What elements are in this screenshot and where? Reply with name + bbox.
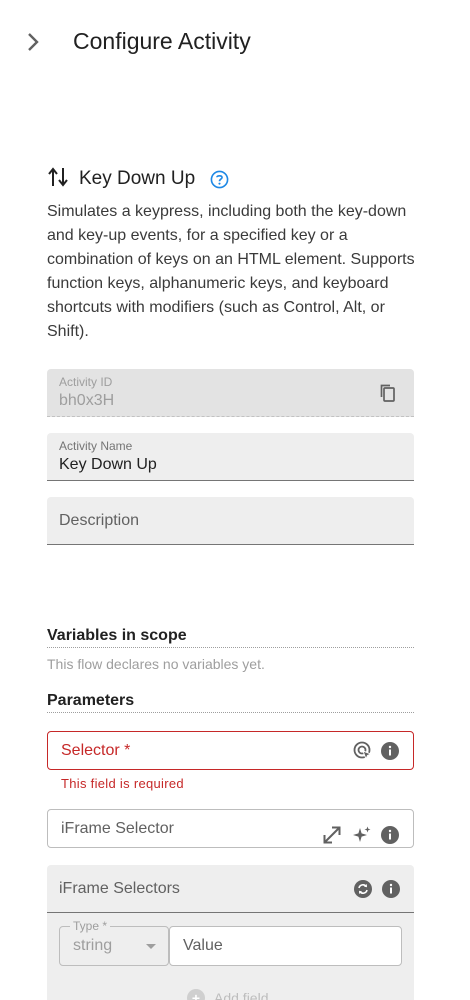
iframe-selectors-panel: iFrame Selectors Type * string Value + A… (47, 865, 414, 1000)
copy-icon[interactable] (378, 383, 398, 403)
chevron-right-icon[interactable] (20, 28, 46, 56)
selector-label: Selector * (61, 742, 131, 759)
help-circle-icon[interactable] (209, 169, 229, 189)
iframe-selector-label: iFrame Selector (61, 820, 174, 837)
iframe-selector-input[interactable]: iFrame Selector (47, 809, 414, 848)
add-field-button[interactable]: + Add field (187, 989, 268, 1000)
plus-icon: + (187, 989, 205, 1000)
info-icon[interactable] (379, 824, 401, 846)
activity-name-value: Key Down Up (59, 456, 157, 473)
activity-title: Key Down Up (79, 168, 196, 189)
sync-icon[interactable] (352, 878, 374, 900)
sparkle-icon[interactable] (351, 824, 373, 846)
iframe-selectors-title: iFrame Selectors (59, 880, 180, 897)
selector-input[interactable]: Selector * (47, 731, 414, 770)
value-input[interactable]: Value (169, 926, 402, 966)
iframe-selectors-header: iFrame Selectors (47, 865, 414, 913)
expand-icon[interactable] (321, 824, 343, 846)
activity-name-label: Activity Name (59, 439, 133, 453)
activity-description: Simulates a keypress, including both the… (47, 203, 415, 340)
selector-error: This field is required (61, 776, 184, 791)
activity-id-label: Activity ID (59, 375, 113, 389)
activity-id-field: Activity ID bh0x3H (47, 369, 414, 417)
target-picker-icon[interactable] (352, 740, 374, 762)
parameters-section-title: Parameters (47, 692, 414, 713)
add-field-label: Add field (214, 990, 269, 1000)
info-icon[interactable] (380, 878, 402, 900)
activity-header: Key Down Up (47, 166, 229, 192)
activity-name-field[interactable]: Activity Name Key Down Up (47, 433, 414, 481)
description-placeholder: Description (59, 512, 140, 529)
info-icon[interactable] (379, 740, 401, 762)
description-field[interactable]: Description (47, 497, 414, 545)
caret-down-icon (146, 944, 156, 949)
variables-note: This flow declares no variables yet. (47, 656, 265, 672)
variables-section-title: Variables in scope (47, 627, 414, 648)
value-placeholder: Value (183, 937, 223, 954)
activity-id-value: bh0x3H (59, 392, 115, 409)
type-select[interactable]: Type * string (59, 919, 169, 966)
type-label: Type * (70, 919, 111, 933)
header: Configure Activity (0, 0, 470, 84)
swap-vertical-icon (47, 166, 69, 193)
type-value: string (73, 937, 113, 954)
page-title: Configure Activity (73, 28, 251, 54)
